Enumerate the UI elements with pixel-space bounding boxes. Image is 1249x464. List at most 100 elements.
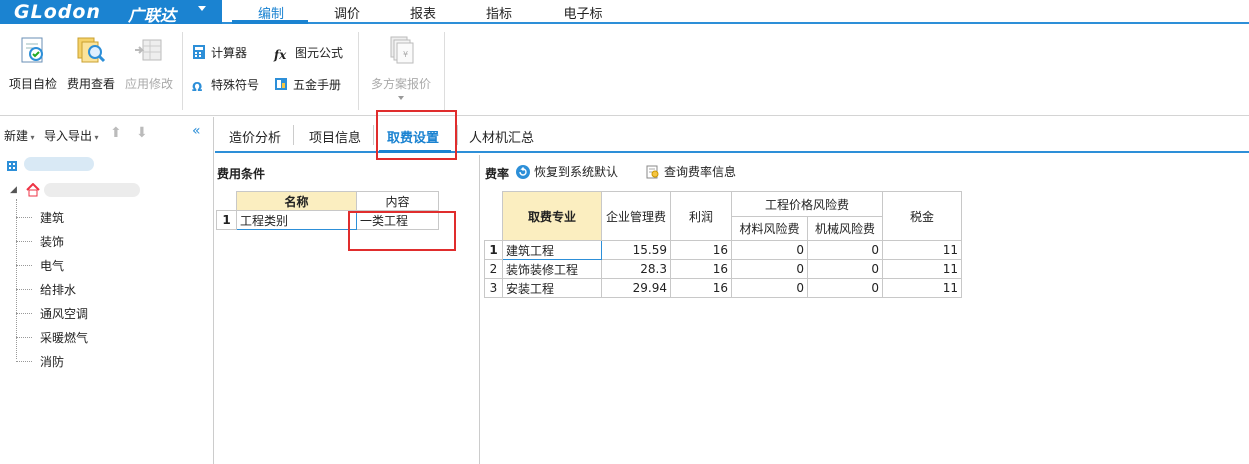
tree-item-heating-gas[interactable]: 采暖燃气 [40, 329, 88, 346]
ribbon-toolbar: 项目自检 费用查看 应用修改 计算器 fx 图元公式 Ω 特殊符号 五金手册 ¥ 多… [0, 26, 1249, 116]
tab-labor-material-summary[interactable]: 人材机汇总 [469, 127, 534, 146]
specialty-cell[interactable]: 建筑工程 [502, 240, 602, 260]
tree-item-plumbing[interactable]: 给排水 [40, 281, 76, 298]
ribbon-separator [358, 32, 359, 110]
app-logo[interactable]: GLodon 广联达 [0, 0, 222, 25]
specialty-cell[interactable]: 装饰装修工程 [502, 259, 602, 279]
row-number: 2 [484, 259, 503, 279]
tree-connector [16, 289, 32, 290]
menu-price-adjust[interactable]: 调价 [332, 3, 362, 22]
active-menu-indicator [232, 20, 308, 24]
special-symbol-button[interactable]: Ω 特殊符号 [192, 76, 259, 94]
mgmt-fee-cell[interactable]: 29.94 [601, 278, 671, 298]
tree-connector [16, 361, 32, 362]
tree-item-hvac[interactable]: 通风空调 [40, 305, 88, 322]
move-up-icon[interactable]: ⬆ [110, 125, 122, 141]
calculator-icon [193, 45, 205, 59]
ribbon-separator [182, 32, 183, 110]
fee-view-label: 费用查看 [66, 77, 115, 91]
machine-risk-cell[interactable]: 0 [807, 278, 883, 298]
specialty-cell[interactable]: 安装工程 [502, 278, 602, 298]
machine-risk-cell[interactable]: 0 [807, 259, 883, 279]
restore-icon [516, 165, 530, 179]
column-header-risk-group: 工程价格风险费 [731, 191, 883, 217]
fee-view-button[interactable]: 费用查看 [62, 34, 120, 92]
multi-quote-icon: ¥ [390, 36, 414, 64]
formula-button[interactable]: fx 图元公式 [274, 44, 343, 62]
table-header-row: 名称 内容 [216, 191, 439, 211]
brand-cn: 广联达 [128, 6, 177, 25]
caret-down-icon: ▾ [92, 133, 99, 142]
profit-cell[interactable]: 16 [670, 278, 732, 298]
new-menu[interactable]: 新建 ▾ [4, 127, 35, 144]
calculator-label: 计算器 [211, 46, 248, 60]
fee-view-icon [77, 37, 106, 63]
menu-index[interactable]: 指标 [484, 3, 514, 22]
column-header-tax: 税金 [882, 191, 962, 241]
tab-cost-analysis[interactable]: 造价分析 [229, 127, 281, 146]
tab-project-info[interactable]: 项目信息 [309, 127, 361, 146]
query-rates-button[interactable]: 查询费率信息 [646, 163, 736, 180]
tax-cell[interactable]: 11 [882, 278, 962, 298]
restore-default-button[interactable]: 恢复到系统默认 [516, 163, 618, 180]
profit-cell[interactable]: 16 [670, 259, 732, 279]
tree-line-vertical [16, 199, 17, 359]
condition-name-cell[interactable]: 工程类别 [236, 210, 357, 230]
corner-cell [484, 191, 503, 241]
collapse-panel-icon[interactable]: « [192, 123, 201, 139]
column-header-mgmt-fee: 企业管理费 [601, 191, 671, 241]
tab-separator [457, 125, 458, 145]
chevron-down-icon [198, 6, 206, 11]
material-risk-cell[interactable]: 0 [731, 259, 808, 279]
ribbon-separator [444, 32, 445, 110]
mgmt-fee-cell[interactable]: 28.3 [601, 259, 671, 279]
table-row[interactable]: 1 建筑工程 15.59 16 0 0 11 [484, 240, 962, 260]
tax-cell[interactable]: 11 [882, 240, 962, 260]
handbook-button[interactable]: 五金手册 [274, 76, 341, 94]
menu-e-bid[interactable]: 电子标 [560, 3, 606, 22]
table-row[interactable]: 2 装饰装修工程 28.3 16 0 0 11 [484, 259, 962, 279]
menu-report[interactable]: 报表 [408, 3, 438, 22]
caret-down-icon: ▾ [28, 133, 35, 142]
tree-connector [16, 217, 32, 218]
special-symbol-label: 特殊符号 [211, 78, 260, 92]
project-tree-panel: 新建 ▾ 导入导出 ▾ ⬆ ⬇ « ◢ 建筑 装饰 电气 给排水 通风空调 采暖… [0, 117, 214, 464]
tree-item-fire[interactable]: 消防 [40, 353, 64, 370]
tree-item-decoration[interactable]: 装饰 [40, 233, 64, 250]
calculator-button[interactable]: 计算器 [192, 44, 247, 62]
material-risk-cell[interactable]: 0 [731, 278, 808, 298]
move-down-icon[interactable]: ⬇ [136, 125, 148, 141]
profit-cell[interactable]: 16 [670, 240, 732, 260]
tab-separator [293, 125, 294, 145]
row-number: 1 [216, 210, 237, 230]
panel-divider [479, 155, 480, 464]
expand-triangle-icon[interactable]: ◢ [10, 185, 17, 195]
apply-changes-button[interactable]: 应用修改 [120, 34, 178, 92]
tree-item-architecture[interactable]: 建筑 [40, 209, 64, 226]
handbook-label: 五金手册 [293, 78, 342, 92]
table-header-row: 取费专业 企业管理费 利润 工程价格风险费 税金 [484, 191, 962, 241]
tree-item-electrical[interactable]: 电气 [40, 257, 64, 274]
multi-quote-button[interactable]: ¥ 多方案报价 [366, 34, 436, 100]
column-header-name: 名称 [236, 191, 357, 211]
import-export-menu[interactable]: 导入导出 ▾ [44, 127, 99, 144]
material-risk-cell[interactable]: 0 [731, 240, 808, 260]
fee-rates-table: 取费专业 企业管理费 利润 工程价格风险费 税金 材料风险费 机械风险费 1 建… [484, 191, 962, 298]
tree-connector [16, 313, 32, 314]
column-header-content: 内容 [356, 191, 439, 211]
tax-cell[interactable]: 11 [882, 259, 962, 279]
project-check-icon [21, 37, 43, 63]
restore-default-label: 恢复到系统默认 [534, 165, 619, 179]
table-row[interactable]: 3 安装工程 29.94 16 0 0 11 [484, 278, 962, 298]
formula-icon: fx [274, 48, 287, 62]
apply-changes-label: 应用修改 [124, 77, 173, 91]
apply-changes-icon [135, 39, 162, 61]
mgmt-fee-cell[interactable]: 15.59 [601, 240, 671, 260]
row-number: 1 [484, 240, 503, 260]
unit-name-blurred [44, 183, 140, 197]
menu-bar: GLodon 广联达 编制 调价 报表 指标 电子标 [0, 0, 1249, 25]
tree-connector [16, 241, 32, 242]
project-check-button[interactable]: 项目自检 [4, 34, 62, 92]
handbook-icon [275, 78, 287, 90]
machine-risk-cell[interactable]: 0 [807, 240, 883, 260]
